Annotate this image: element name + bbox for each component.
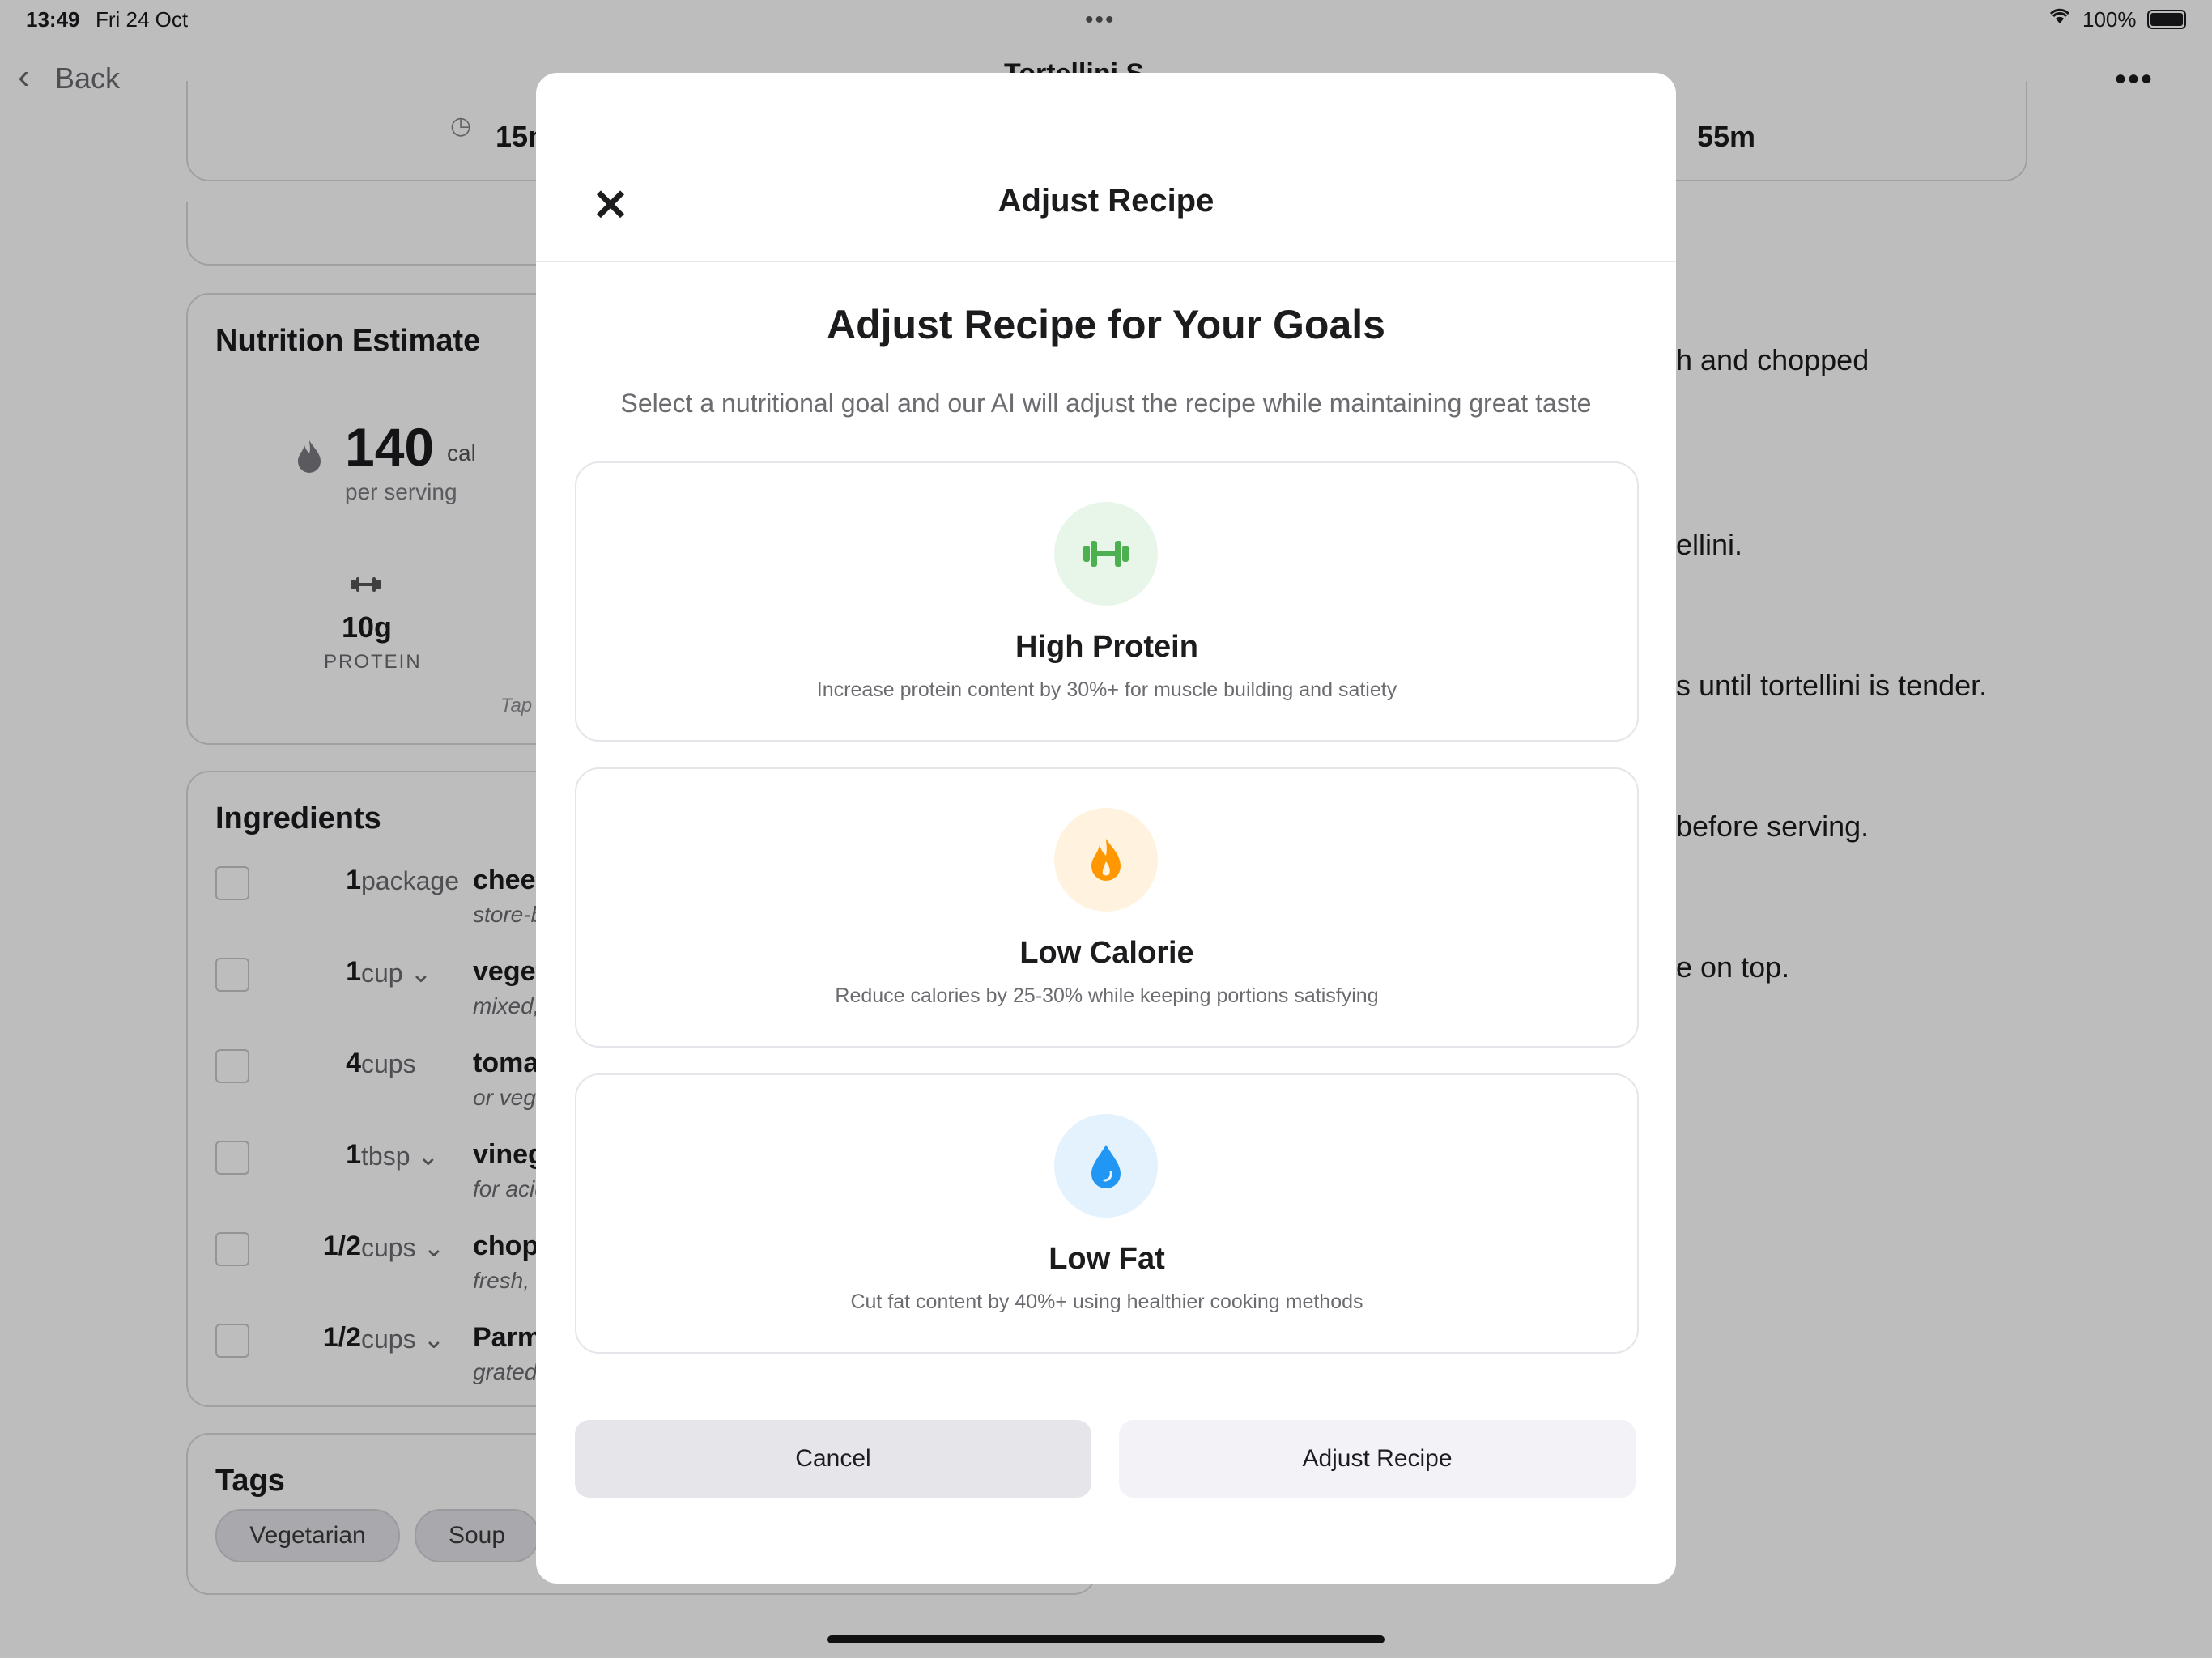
goal-option-low-fat[interactable]: Low Fat Cut fat content by 40%+ using he… bbox=[575, 1073, 1639, 1354]
modal-header: ✕ Adjust Recipe bbox=[536, 73, 1676, 262]
goal-description: Reduce calories by 25-30% while keeping … bbox=[835, 984, 1379, 1007]
home-indicator[interactable] bbox=[827, 1635, 1385, 1643]
goal-description: Cut fat content by 40%+ using healthier … bbox=[850, 1290, 1363, 1313]
adjust-recipe-button[interactable]: Adjust Recipe bbox=[1119, 1420, 1636, 1498]
goal-description: Increase protein content by 30%+ for mus… bbox=[816, 678, 1397, 701]
droplet-icon bbox=[1054, 1114, 1158, 1218]
dumbbell-icon bbox=[1054, 502, 1158, 606]
modal-heading: Adjust Recipe for Your Goals bbox=[827, 302, 1385, 347]
modal-subtitle: Select a nutritional goal and our AI wil… bbox=[620, 389, 1592, 418]
modal-title: Adjust Recipe bbox=[998, 183, 1214, 219]
adjust-recipe-modal: ✕ Adjust Recipe Adjust Recipe for Your G… bbox=[536, 73, 1676, 1584]
goal-option-low-calorie[interactable]: Low Calorie Reduce calories by 25-30% wh… bbox=[575, 767, 1639, 1048]
flame-icon bbox=[1054, 808, 1158, 912]
cancel-button[interactable]: Cancel bbox=[575, 1420, 1091, 1498]
goal-title: High Protein bbox=[1015, 630, 1198, 664]
goal-option-high-protein[interactable]: High Protein Increase protein content by… bbox=[575, 461, 1639, 742]
goal-title: Low Fat bbox=[1049, 1242, 1165, 1276]
goal-title: Low Calorie bbox=[1019, 936, 1194, 970]
